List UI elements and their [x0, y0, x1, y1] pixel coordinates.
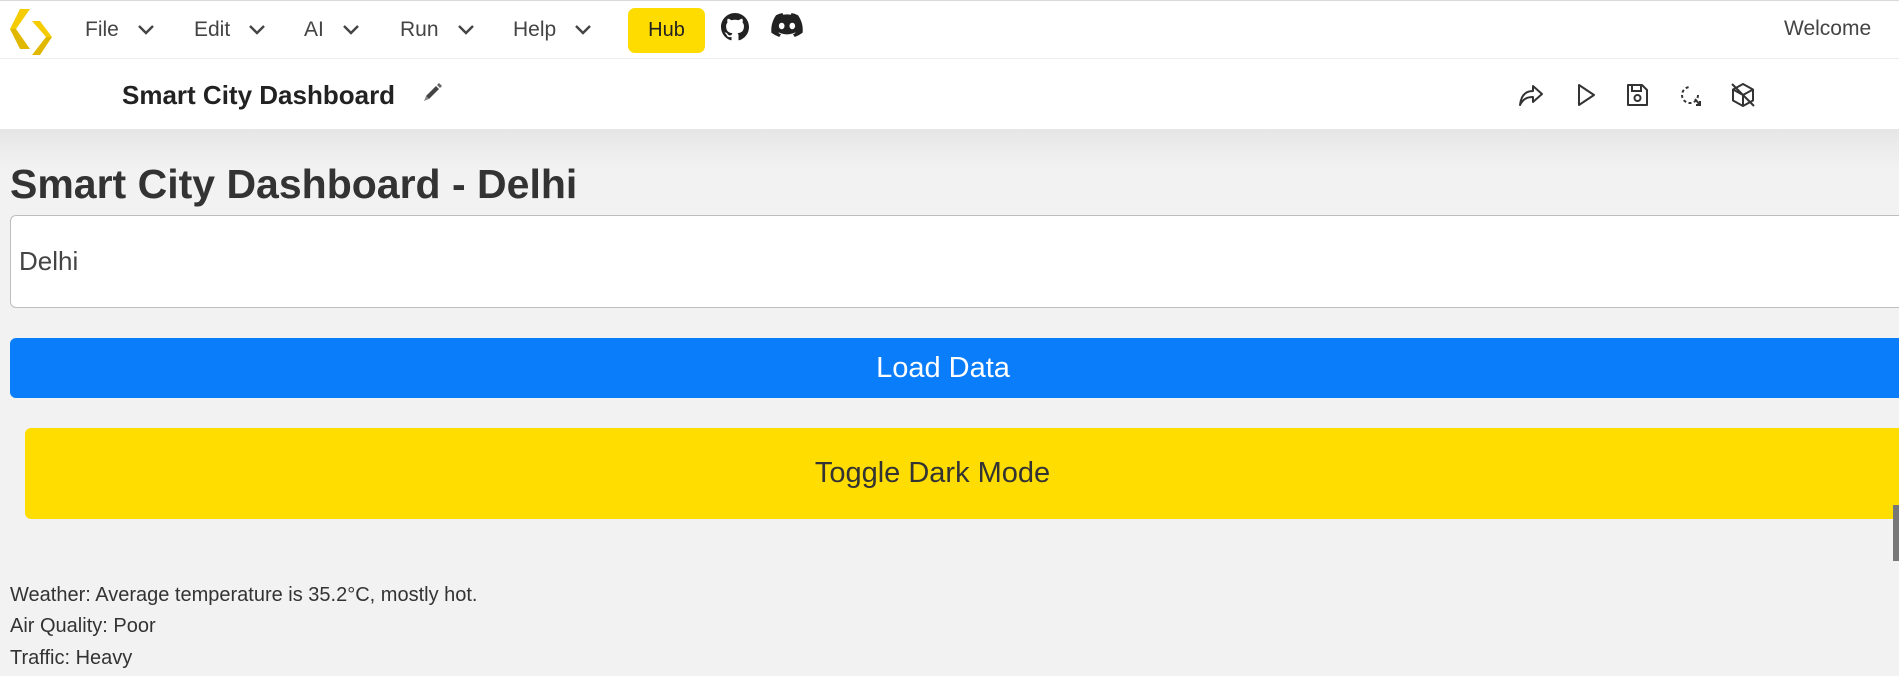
- load-data-button[interactable]: Load Data: [10, 338, 1899, 398]
- page-title: Smart City Dashboard: [122, 80, 396, 110]
- chevron-down-icon: [575, 25, 592, 35]
- chevron-down-icon: [249, 25, 266, 35]
- scrollbar-thumb[interactable]: [1893, 505, 1899, 561]
- menu-run[interactable]: Run: [400, 13, 475, 47]
- hub-button[interactable]: Hub: [628, 8, 705, 53]
- menu-bar: File Edit AI Run Help Hub Welcome: [0, 0, 1899, 59]
- box-off-icon[interactable]: [1729, 81, 1757, 109]
- traffic-text: Traffic: Heavy: [10, 647, 133, 669]
- discord-icon[interactable]: [771, 13, 803, 39]
- chevron-down-icon: [137, 25, 154, 35]
- menu-help[interactable]: Help: [513, 13, 592, 47]
- pencil-icon[interactable]: [423, 82, 443, 102]
- logo-icon[interactable]: [6, 7, 52, 57]
- menu-ai-label: AI: [304, 18, 324, 41]
- play-icon[interactable]: [1571, 81, 1599, 109]
- save-icon[interactable]: [1623, 81, 1651, 109]
- menu-edit[interactable]: Edit: [194, 13, 266, 47]
- toggle-dark-mode-button[interactable]: Toggle Dark Mode: [25, 428, 1899, 519]
- main-content: Smart City Dashboard - Delhi Load Data T…: [0, 129, 1899, 676]
- chevron-down-icon: [457, 25, 474, 35]
- menu-ai[interactable]: AI: [304, 13, 360, 47]
- menu-edit-label: Edit: [194, 18, 231, 41]
- share-icon[interactable]: [1517, 81, 1545, 109]
- city-input[interactable]: [10, 215, 1899, 308]
- menu-run-label: Run: [400, 18, 439, 41]
- dashboard-heading: Smart City Dashboard - Delhi: [10, 161, 578, 207]
- refresh-icon[interactable]: [1676, 81, 1704, 109]
- air-quality-text: Air Quality: Poor: [10, 615, 156, 637]
- title-bar: Smart City Dashboard: [0, 59, 1899, 129]
- github-icon[interactable]: [721, 13, 749, 41]
- welcome-text: Welcome: [1784, 17, 1872, 40]
- menu-help-label: Help: [513, 18, 557, 41]
- chevron-down-icon: [342, 25, 359, 35]
- menu-file[interactable]: File: [85, 13, 155, 47]
- menu-file-label: File: [85, 18, 119, 41]
- weather-text: Weather: Average temperature is 35.2°C, …: [10, 584, 478, 606]
